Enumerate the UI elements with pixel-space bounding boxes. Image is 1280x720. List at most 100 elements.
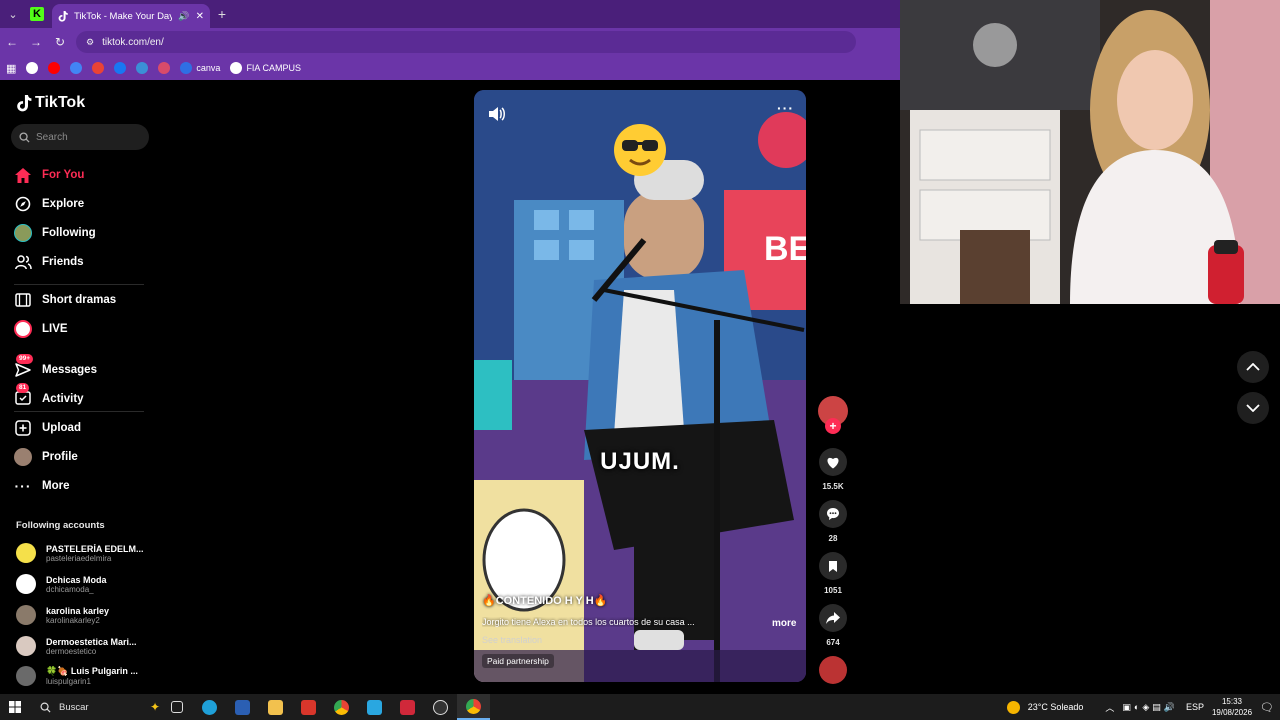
chevron-up-icon — [1246, 363, 1260, 371]
browser-address-bar: ← → ↻ ⚙ tiktok.com/en/ — [0, 28, 900, 56]
google-icon — [26, 62, 39, 74]
bookmark-pen[interactable] — [158, 62, 171, 74]
video-caption-text: UJUM. — [600, 448, 680, 475]
see-translation-link[interactable]: See translation — [482, 635, 542, 645]
sidebar-item-more[interactable]: ··· More — [14, 477, 70, 495]
webcam-image — [900, 0, 1280, 304]
sidebar-item-for-you[interactable]: For You — [14, 166, 84, 184]
video-title: 🔥CONTENIDO H Y H🔥 — [482, 595, 608, 607]
sidebar-item-short-dramas[interactable]: Short dramas — [14, 291, 116, 309]
description-more-link[interactable]: more — [772, 618, 796, 629]
tray-icons[interactable]: ▣◐◈▤🔊 — [1122, 702, 1178, 713]
url-text: tiktok.com/en/ — [102, 36, 164, 48]
reload-icon[interactable]: ↻ — [48, 28, 72, 56]
webcam-overlay — [900, 0, 1280, 304]
like-count: 15.5K — [822, 482, 844, 491]
task-view-icon[interactable] — [160, 694, 193, 720]
tab-close-icon[interactable]: ✕ — [196, 11, 204, 22]
share-button[interactable] — [819, 604, 847, 632]
file-explorer-icon[interactable] — [259, 694, 292, 720]
kick-icon: K — [30, 7, 44, 21]
tiktok-logo[interactable]: TikTok — [16, 94, 85, 112]
bookmark-canva[interactable]: canva — [180, 62, 220, 74]
bookmark-app[interactable] — [136, 62, 149, 74]
sidebar-item-activity[interactable]: 81 Activity — [14, 383, 84, 408]
account-text: 🍀🍖 Luis Pulgarin ... luispulgarin1 — [46, 666, 146, 686]
follow-plus-icon[interactable]: + — [825, 418, 841, 434]
edge-icon[interactable] — [193, 694, 226, 720]
kick-tab[interactable]: K — [26, 0, 48, 28]
weather-text[interactable]: 23°C Soleado — [1028, 702, 1084, 712]
avatar — [16, 636, 36, 656]
bookmark-chrome[interactable] — [70, 62, 83, 74]
search-icon — [19, 131, 30, 143]
clock-date: 19/08/2026 — [1211, 708, 1253, 717]
following-account-item[interactable]: 🍀🍖 Luis Pulgarin ... luispulgarin1 — [16, 666, 156, 686]
volume-icon[interactable] — [486, 104, 506, 124]
search-placeholder: Search — [36, 131, 68, 143]
media-app-icon[interactable] — [292, 694, 325, 720]
taskbar-search-label: Buscar — [59, 701, 89, 713]
apps-grid-icon[interactable]: ▦ — [6, 62, 16, 75]
previous-video-button[interactable] — [1237, 351, 1269, 383]
sidebar-item-friends[interactable]: Friends — [14, 253, 84, 271]
bookmark-google[interactable] — [26, 62, 39, 74]
app-f-icon[interactable] — [358, 694, 391, 720]
obs-icon[interactable] — [424, 694, 457, 720]
live-icon — [14, 320, 32, 338]
tab-search-chevron-icon[interactable]: ⌄ — [0, 0, 26, 28]
avatar — [16, 605, 36, 625]
sidebar-item-label: Messages — [42, 364, 97, 376]
bookmark-fia-campus[interactable]: FIA CAMPUS — [230, 62, 301, 74]
video-player[interactable]: BE ··· UJUM. 🔥CONTENIDO H Y H🔥 Jorgito t… — [474, 90, 806, 682]
comment-count: 28 — [828, 534, 838, 543]
wps-icon[interactable] — [391, 694, 424, 720]
clock-time: 15:33 — [1221, 697, 1243, 706]
friends-icon — [14, 253, 32, 271]
following-account-item[interactable]: PASTELERÍA EDELM... pasteleriaedelmira — [16, 543, 156, 563]
clock[interactable]: 15:33 19/08/2026 — [1212, 696, 1252, 718]
tab-tiktok[interactable]: TikTok - Make Your Day 🔊 ✕ — [52, 4, 210, 28]
url-field[interactable]: ⚙ tiktok.com/en/ — [76, 31, 856, 53]
sidebar-item-explore[interactable]: Explore — [14, 195, 84, 213]
sidebar-item-upload[interactable]: Upload — [14, 419, 81, 437]
browser-tab-bar: ⌄ K TikTok - Make Your Day 🔊 ✕ + — [0, 0, 900, 28]
bookmark-youtube[interactable] — [48, 62, 61, 74]
following-account-item[interactable]: Dchicas Moda dchicamoda_ — [16, 574, 156, 594]
back-arrow-icon[interactable]: ← — [0, 28, 24, 56]
new-tab-button[interactable]: + — [210, 6, 234, 22]
save-button[interactable] — [819, 552, 847, 580]
taskbar-search[interactable]: Buscar ✦ — [30, 696, 160, 718]
following-account-item[interactable]: Dermoestetica Mari... dermoestetico — [16, 636, 156, 656]
video-options-icon[interactable]: ··· — [777, 100, 794, 116]
sidebar-item-live[interactable]: LIVE — [14, 320, 68, 338]
sidebar-item-messages[interactable]: 99+ Messages — [14, 354, 97, 379]
sound-disc-icon[interactable] — [819, 656, 847, 684]
sidebar-divider — [14, 411, 144, 412]
start-button[interactable] — [0, 701, 30, 713]
like-button[interactable] — [819, 448, 847, 476]
speaker-tab-icon[interactable]: 🔊 — [178, 11, 189, 22]
tray-expand-icon[interactable]: ︿ — [1105, 701, 1114, 714]
sidebar-divider — [14, 284, 144, 285]
account-handle: pasteleriaedelmira — [46, 553, 112, 563]
save-count: 1051 — [824, 586, 842, 595]
chrome-active-icon[interactable] — [457, 694, 490, 720]
word-icon[interactable] — [226, 694, 259, 720]
heart-icon — [827, 457, 839, 468]
bookmark-facebook[interactable] — [114, 62, 127, 74]
chrome-taskbar-icon[interactable] — [325, 694, 358, 720]
bookmarks-bar: ▦ canva FIA CAMPUS — [0, 56, 900, 80]
next-video-button[interactable] — [1237, 392, 1269, 424]
notification-icon[interactable]: 🗨 — [1260, 701, 1274, 714]
bookmark-gmail[interactable] — [92, 62, 105, 74]
site-info-icon[interactable]: ⚙ — [86, 37, 94, 48]
search-input[interactable]: Search — [11, 124, 149, 150]
language-indicator[interactable]: ESP — [1186, 702, 1204, 712]
sidebar-item-following[interactable]: Following — [14, 224, 96, 242]
sidebar-item-profile[interactable]: Profile — [14, 448, 78, 466]
comment-button[interactable] — [819, 500, 847, 528]
sidebar-item-label: Short dramas — [42, 294, 117, 306]
following-account-item[interactable]: karolina karley karolinakarley2 — [16, 605, 156, 625]
forward-arrow-icon[interactable]: → — [24, 28, 48, 56]
